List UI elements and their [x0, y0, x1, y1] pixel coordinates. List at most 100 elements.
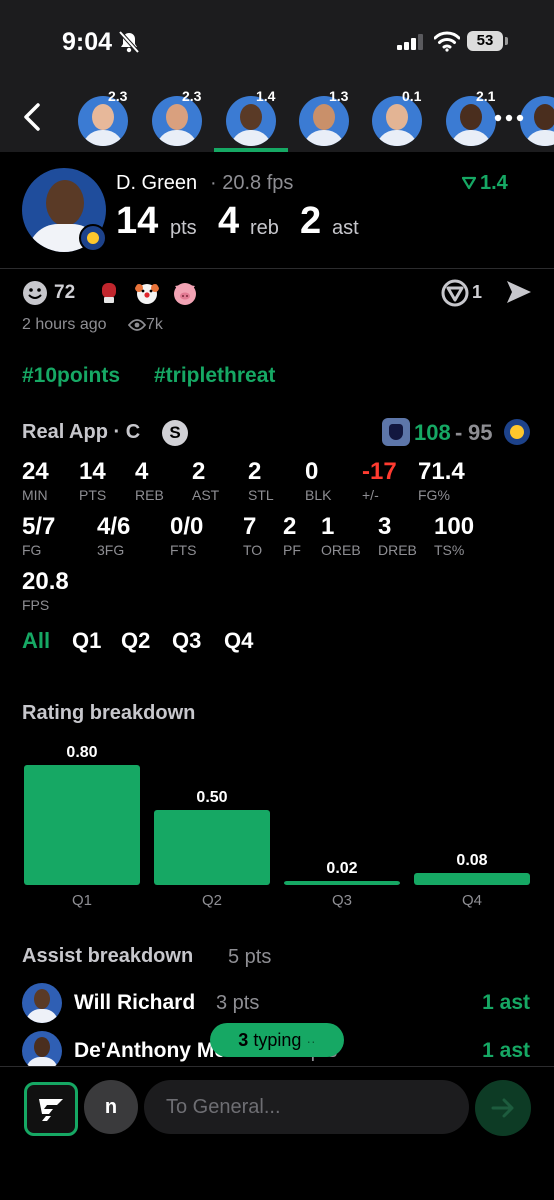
stat-label: TS%: [434, 542, 465, 558]
hero-pts-label: pts: [170, 217, 197, 239]
app-logo-button[interactable]: [24, 1082, 78, 1136]
tab-q2[interactable]: Q2: [121, 628, 150, 654]
status-time: 9:04: [62, 28, 113, 56]
assist-breakdown-title: Assist breakdown: [22, 945, 194, 967]
rating-delta-icon: [462, 176, 476, 190]
stat-label: FG%: [418, 487, 450, 503]
stat-label: STL: [248, 487, 274, 503]
typing-indicator[interactable]: 3 typing ··: [210, 1023, 344, 1057]
stat-label: OREB: [321, 542, 361, 558]
hashtag[interactable]: #triplethreat: [154, 364, 275, 388]
assist-count: 1 ast: [482, 1039, 530, 1062]
vote-count: 1: [472, 282, 483, 302]
strip-player-score: 2.3: [182, 88, 202, 104]
strip-player[interactable]: 1.3: [299, 88, 359, 150]
avatar: [520, 96, 554, 146]
clown-reaction-icon[interactable]: [134, 280, 160, 306]
chart-category-label: Q2: [202, 892, 222, 909]
assist-player-pts: 3 pts: [216, 992, 260, 1014]
strip-player[interactable]: [520, 88, 554, 150]
boxing-glove-reaction-icon[interactable]: [96, 280, 122, 306]
stat-value: 3: [378, 513, 392, 540]
stat-label: 3FG: [97, 542, 125, 558]
team-logo-badge: [79, 224, 107, 252]
pig-reaction-icon[interactable]: [172, 280, 198, 306]
send-button[interactable]: [475, 1080, 531, 1136]
stat-label: DREB: [378, 542, 417, 558]
assist-player-name[interactable]: Will Richard: [74, 991, 195, 1015]
selected-player-indicator: [214, 148, 288, 152]
stat-value: 5/7: [22, 513, 56, 540]
team-score: 108: [414, 420, 451, 445]
divider: [0, 268, 554, 269]
stat-value: 0: [305, 458, 319, 485]
stat-label: BLK: [305, 487, 332, 503]
bell-muted-icon: [118, 30, 140, 54]
player-name[interactable]: D. Green: [116, 172, 197, 195]
eye-icon: [128, 319, 146, 331]
avatar[interactable]: [22, 983, 62, 1023]
stat-value: 4/6: [97, 513, 131, 540]
strip-player[interactable]: 0.1: [372, 88, 432, 150]
strip-player[interactable]: 2.3: [78, 88, 138, 150]
message-input[interactable]: [144, 1080, 469, 1134]
stat-label: AST: [192, 487, 220, 503]
more-dots-icon[interactable]: [494, 114, 524, 122]
stat-label: REB: [135, 487, 164, 503]
stat-value: 4: [135, 458, 149, 485]
chart-bar: [414, 873, 530, 885]
battery-indicator: 53: [467, 31, 503, 51]
battery-nub: [505, 37, 508, 45]
opponent-score: 95: [468, 420, 493, 445]
chart-bar: [24, 765, 140, 885]
stat-label: PF: [283, 542, 301, 558]
hero-ast-label: ast: [332, 217, 359, 239]
score-dash: -: [455, 420, 463, 445]
avatar[interactable]: [22, 1031, 62, 1071]
stat-label: FG: [22, 542, 42, 558]
smile-reaction-icon[interactable]: [22, 280, 48, 306]
stat-label: MIN: [22, 487, 48, 503]
stat-label: FPS: [22, 597, 50, 613]
app-logo-icon: [39, 1099, 63, 1121]
chart-title: Rating breakdown: [22, 702, 196, 724]
rating-delta: 1.4: [480, 172, 508, 194]
strip-player[interactable]: 1.4: [226, 88, 286, 150]
chart-value-label: 0.08: [456, 852, 487, 869]
stat-value: 2: [283, 513, 297, 540]
hero-pts-value: 14: [116, 200, 159, 242]
strip-player-score: 2.1: [476, 88, 496, 104]
share-send-icon[interactable]: [505, 279, 533, 305]
tab-q4[interactable]: Q4: [224, 628, 253, 654]
hashtag[interactable]: #10points: [22, 364, 120, 388]
strip-player-score: 1.4: [256, 88, 276, 104]
chart-category-label: Q4: [462, 892, 482, 909]
opponent-team-logo: [382, 418, 410, 446]
vote-icon[interactable]: [441, 279, 469, 307]
chart-value-label: 0.02: [326, 860, 357, 877]
stat-value: 2: [248, 458, 262, 485]
strip-player-score: 0.1: [402, 88, 422, 104]
home-team-logo: [504, 419, 530, 445]
chart-category-label: Q1: [72, 892, 92, 909]
post-time: 2 hours ago: [22, 316, 107, 333]
rating-breakdown-chart: 0.80 Q1 0.50 Q2 0.02 Q3 0.08 Q4: [24, 744, 530, 909]
player-strip[interactable]: 2.3 2.3 1.4 1.3 0.1 2.1: [0, 80, 554, 152]
tab-q1[interactable]: Q1: [72, 628, 101, 654]
typing-count: 3: [238, 1030, 249, 1050]
tab-all[interactable]: All: [22, 628, 50, 654]
typing-label: typing: [253, 1030, 302, 1050]
back-chevron-icon[interactable]: [20, 102, 44, 132]
reaction-count: 72: [54, 282, 76, 303]
chart-bar: [284, 881, 400, 885]
stat-value: 20.8: [22, 568, 69, 595]
view-count: 7k: [146, 316, 163, 333]
strip-player[interactable]: 2.3: [152, 88, 212, 150]
tab-q3[interactable]: Q3: [172, 628, 201, 654]
stat-label: PTS: [79, 487, 107, 503]
status-bar: 9:04 53: [0, 0, 554, 80]
stat-label: +/-: [362, 487, 379, 503]
stat-value: 2: [192, 458, 206, 485]
user-avatar[interactable]: n: [84, 1080, 138, 1134]
hero-reb-label: reb: [250, 217, 279, 239]
